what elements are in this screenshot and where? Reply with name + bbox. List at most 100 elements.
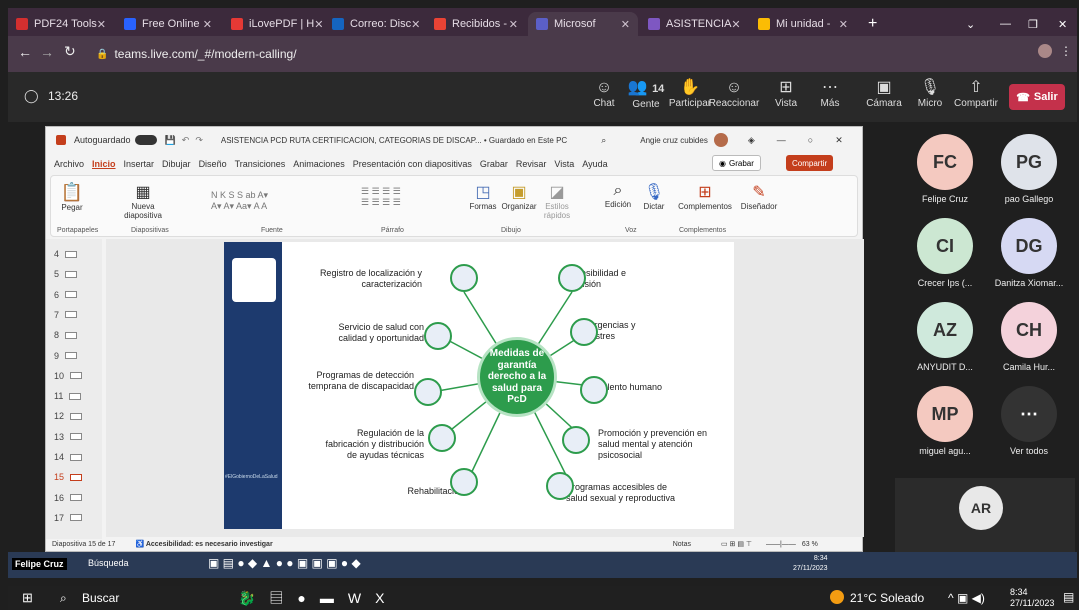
addins-label: Complementos — [678, 202, 732, 211]
ppt-tab[interactable]: Presentación con diapositivas — [353, 159, 472, 169]
minimize-icon[interactable]: — — [992, 12, 1019, 36]
reload-icon[interactable]: ↻ — [64, 43, 76, 60]
slide-thumbnail[interactable]: 13 — [54, 432, 83, 442]
forward-icon[interactable]: → — [40, 44, 54, 60]
redo-icon[interactable]: ↷ — [195, 135, 203, 146]
profile-avatar[interactable] — [1038, 44, 1052, 58]
taskbar-app-icons[interactable]: 🐉 ▤ ● ▬ W X — [238, 588, 384, 608]
record-button[interactable]: ◉ Grabar — [712, 155, 761, 171]
restore-icon[interactable]: ❐ — [1020, 12, 1046, 36]
slide-thumbnail[interactable]: 8 — [54, 330, 78, 340]
ppt-tab[interactable]: Grabar — [480, 159, 508, 169]
thumbnail-preview — [69, 392, 82, 400]
taskbar-clock[interactable]: 8:34 27/11/2023 — [1010, 587, 1054, 609]
chevron-down-icon[interactable]: ⌄ — [958, 12, 983, 36]
minimize-icon[interactable]: — — [777, 135, 786, 145]
ppt-tab[interactable]: Inicio — [92, 159, 116, 169]
styles-button[interactable]: ◪ Estilos rápidos — [541, 182, 573, 220]
save-icon[interactable]: 💾 — [165, 135, 176, 146]
url-field[interactable]: 🔒 teams.live.com/_#/modern-calling/ — [96, 42, 916, 66]
slide-thumbnail[interactable]: 4 — [54, 249, 78, 259]
slide-thumbnail[interactable]: 15 — [54, 472, 83, 482]
remote-time: 8:34 — [813, 555, 828, 562]
slide-thumbnail[interactable]: 9 — [54, 351, 78, 361]
close-icon[interactable]: ✕ — [509, 18, 518, 31]
browser-tab[interactable]: PDF24 Tools ✕ — [8, 12, 114, 36]
shapes-button[interactable]: ◳ Formas — [469, 182, 497, 211]
back-icon[interactable]: ← — [18, 44, 32, 60]
accessibility-status[interactable]: ♿ Accesibilidad: es necesario investigar — [135, 540, 272, 548]
new-tab-button[interactable]: + — [860, 12, 885, 36]
paste-button[interactable]: 📋 Pegar — [57, 182, 87, 212]
new-slide-button[interactable]: ▦ Nueva diapositiva — [121, 182, 165, 220]
slide-thumbnail[interactable]: 5 — [54, 269, 78, 279]
windows-start-icon[interactable]: ⊞ — [22, 590, 33, 606]
call-control-más[interactable]: ⋯ Más — [804, 78, 856, 109]
slide-thumbnail[interactable]: 7 — [54, 310, 78, 320]
search-icon[interactable]: ⌕ — [60, 591, 67, 606]
notification-icon[interactable]: ▤ — [1063, 590, 1074, 604]
ppt-tab[interactable]: Dibujar — [162, 159, 191, 169]
undo-icon[interactable]: ↶ — [182, 135, 190, 146]
ppt-tab[interactable]: Archivo — [54, 159, 84, 169]
notes-button[interactable]: Notas — [673, 541, 691, 548]
browser-tab[interactable]: Free Online ✕ — [116, 12, 220, 36]
arrange-button[interactable]: ▣ Organizar — [501, 182, 537, 211]
ppt-tab[interactable]: Diseño — [199, 159, 227, 169]
close-icon[interactable]: ✕ — [203, 18, 212, 31]
avatar[interactable] — [713, 133, 728, 147]
restore-icon[interactable]: ○ — [808, 135, 813, 145]
browser-tab[interactable]: Microsof ✕ — [528, 12, 638, 36]
browser-tab[interactable]: ASISTENCIA ✕ — [640, 12, 748, 36]
zoom-slider[interactable]: ——|—— — [766, 541, 796, 548]
designer-button[interactable]: ✎ Diseñador — [739, 182, 779, 211]
close-icon[interactable]: ✕ — [731, 18, 740, 31]
browser-tab[interactable]: Correo: Disc ✕ — [324, 12, 424, 36]
measure-icon — [580, 376, 608, 404]
browser-tab[interactable]: iLovePDF | H ✕ — [223, 12, 323, 36]
font-controls[interactable]: N K S S ab A▾ A▾ A▾ Aa▾ A A — [211, 190, 351, 212]
weather-label[interactable]: 21°C Soleado — [850, 591, 924, 605]
close-icon[interactable]: ✕ — [314, 18, 323, 31]
close-icon[interactable]: ✕ — [835, 135, 843, 146]
slide-thumbnail[interactable]: 17 — [54, 513, 83, 523]
media-control[interactable]: ⇧ Compartir — [952, 78, 1000, 109]
diamond-icon[interactable]: ◈ — [748, 135, 755, 146]
browser-tab[interactable]: Mi unidad - ✕ — [750, 12, 856, 36]
slide-thumbnail[interactable]: 12 — [54, 411, 83, 421]
measure-label: Programas de detección temprana de disca… — [308, 370, 414, 391]
close-icon[interactable]: ✕ — [839, 18, 848, 31]
close-icon[interactable]: ✕ — [411, 18, 420, 31]
edit-button[interactable]: ⌕ Edición — [603, 182, 633, 209]
media-control[interactable]: ▣ Cámara — [860, 78, 908, 109]
ppt-tab[interactable]: Animaciones — [293, 159, 345, 169]
share-button[interactable]: Compartir — [786, 155, 834, 171]
search-icon[interactable]: ⌕ — [601, 135, 606, 146]
more-participants-button[interactable]: ⋯ — [1001, 386, 1057, 442]
paragraph-controls[interactable]: ☰ ☰ ☰ ☰ ☰ ☰ ☰ ☰ — [361, 186, 461, 208]
ppt-tab[interactable]: Insertar — [124, 159, 155, 169]
media-control[interactable]: 🎙 Micro — [906, 78, 954, 109]
close-icon[interactable]: ✕ — [97, 18, 106, 31]
slide-thumbnail[interactable]: 14 — [54, 452, 83, 462]
ppt-tab[interactable]: Transiciones — [235, 159, 286, 169]
close-icon[interactable]: ✕ — [621, 18, 630, 31]
addins-button[interactable]: ⊞ Complementos — [677, 182, 733, 211]
view-icons[interactable]: ▭ ⊞ ▤ ⊤ — [721, 540, 752, 548]
system-tray-icons[interactable]: ^ ▣ ◀) — [948, 591, 985, 605]
close-icon[interactable]: ✕ — [1050, 12, 1075, 36]
ppt-tab[interactable]: Ayuda — [582, 159, 607, 169]
autosave-toggle[interactable] — [134, 135, 157, 145]
slide-thumbnail[interactable]: 10 — [54, 371, 83, 381]
call-control-reaccionar[interactable]: ☺ Reaccionar — [708, 78, 760, 109]
leave-button[interactable]: ☎ Salir — [1009, 84, 1065, 110]
slide-thumbnail[interactable]: 6 — [54, 290, 78, 300]
ppt-tab[interactable]: Vista — [554, 159, 574, 169]
ppt-tab[interactable]: Revisar — [516, 159, 547, 169]
dictate-button[interactable]: 🎙 Dictar — [641, 182, 667, 211]
slide-thumbnail[interactable]: 11 — [54, 391, 82, 401]
slide-thumbnail[interactable]: 16 — [54, 493, 83, 503]
browser-tab[interactable]: Recibidos - ✕ — [426, 12, 526, 36]
menu-icon[interactable]: ⋮ — [1060, 44, 1072, 58]
taskbar-search[interactable]: Buscar — [82, 591, 119, 605]
